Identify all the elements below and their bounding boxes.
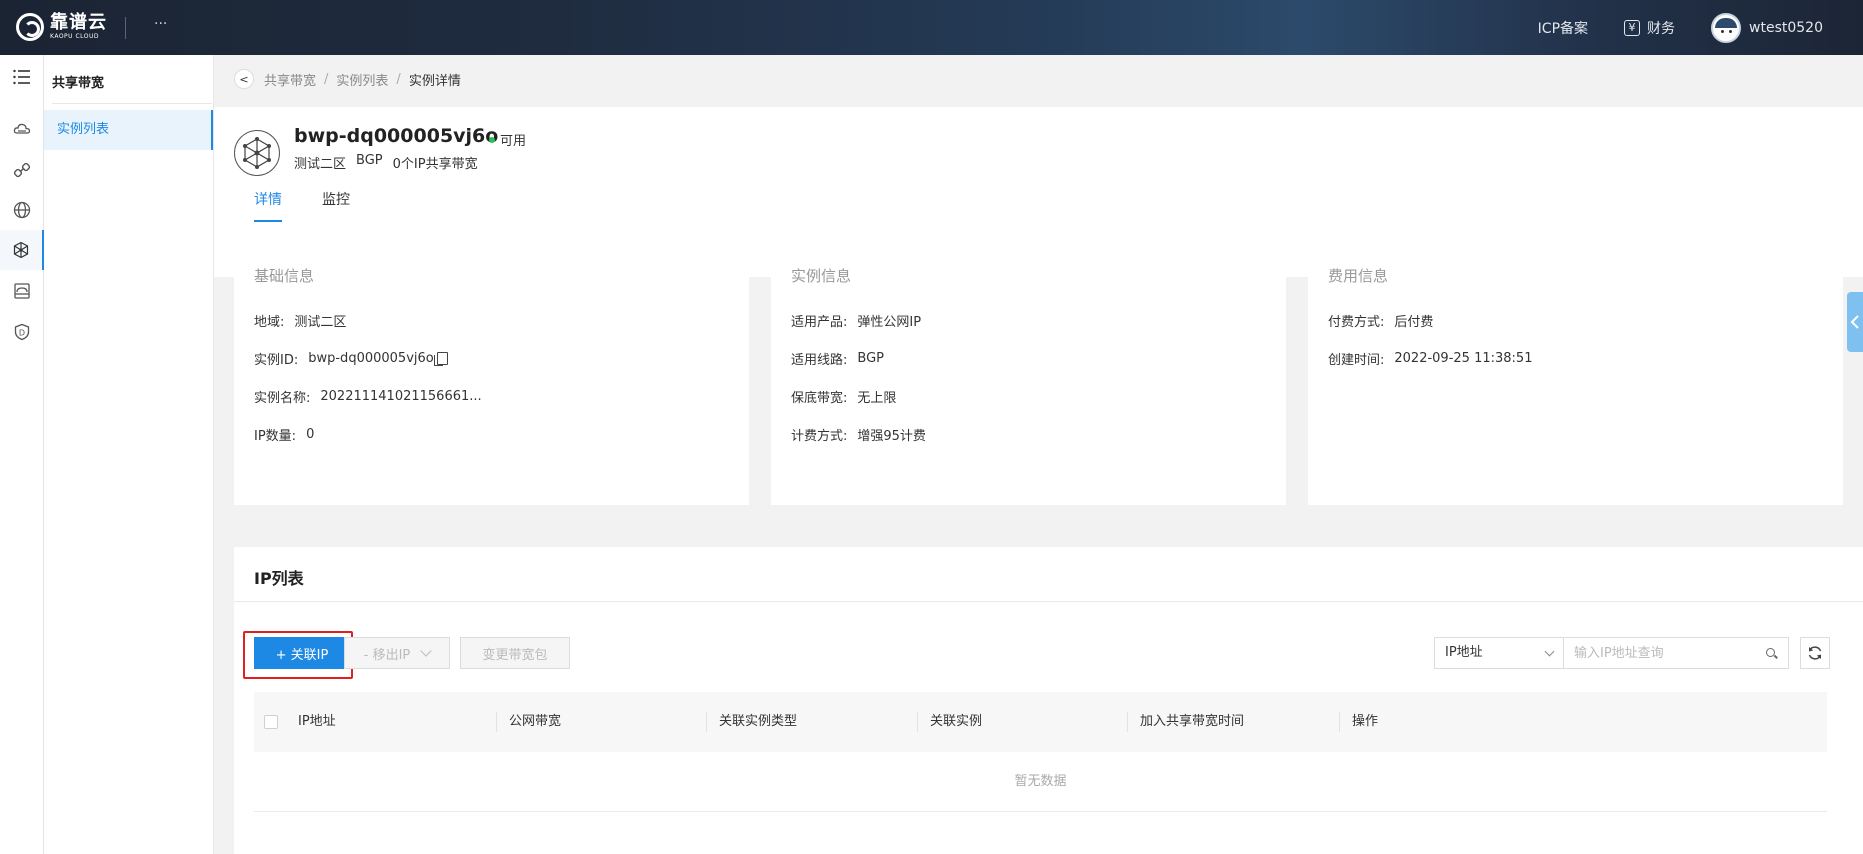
info-row: IP数量: 0 (254, 427, 315, 444)
ip-list-panel: IP列表 + 关联IP - 移出IP 变更带宽包 IP地址 IP地址 公网带宽 (234, 547, 1863, 854)
finance-label: 财务 (1647, 20, 1676, 37)
shield-d-icon[interactable]: D (0, 312, 44, 352)
change-bandwidth-label: 变更带宽包 (482, 647, 548, 663)
icp-link[interactable]: ICP备案 (1538, 18, 1588, 38)
chevron-left-icon (1850, 315, 1859, 329)
globe-icon[interactable] (0, 190, 44, 230)
meta-ip-share: 0个IP共享带宽 (392, 157, 478, 172)
storage-icon[interactable] (0, 271, 44, 311)
filter-select-value: IP地址 (1445, 645, 1483, 660)
basic-info-card: 基础信息 地域: 测试二区 实例ID: bwp-dq000005vj6o 实例名称:… (234, 245, 749, 505)
refresh-button[interactable] (1800, 637, 1830, 669)
status-badge: 可用 (489, 130, 526, 149)
username: wtest0520 (1749, 19, 1823, 36)
subnav-title: 共享带宽 (52, 76, 105, 91)
logo-name: 靠谱云 (50, 12, 107, 33)
breadcrumb-current: 实例详情 (408, 73, 461, 89)
instance-meta: 测试二区 BGP 0个IP共享带宽 (294, 153, 488, 172)
avatar (1711, 12, 1742, 43)
column-header: 关联实例 (930, 714, 983, 729)
info-row: 实例名称: 202211141021156661... (254, 389, 482, 406)
info-row: 保底带宽: 无上限 (791, 391, 897, 406)
info-row: 付费方式: 后付费 (1328, 315, 1434, 330)
associate-ip-button[interactable]: + 关联IP (254, 637, 350, 669)
top-divider (125, 17, 126, 39)
yen-icon: ¥ (1624, 19, 1641, 36)
icon-rail: D (0, 55, 44, 854)
tab-details[interactable]: 详情 (254, 189, 282, 222)
cloud-icon[interactable] (0, 109, 44, 149)
meta-line: BGP (356, 153, 383, 168)
tab-monitor[interactable]: 监控 (322, 189, 350, 222)
menu-list-icon[interactable] (0, 57, 44, 97)
logo-icon (16, 13, 44, 41)
subnav-divider (52, 103, 212, 104)
logo-subtitle: KAOPU CLOUD (50, 33, 100, 40)
card-title: 实例信息 (791, 267, 852, 285)
column-header: 公网带宽 (509, 714, 562, 729)
main-content: < 共享带宽 / 实例列表 / 实例详情 bwp-dq000005vj6o 可用… (214, 55, 1863, 854)
chevron-down-icon (1544, 646, 1555, 657)
back-button[interactable]: < (234, 69, 254, 89)
fee-info-card: 费用信息 付费方式: 后付费 创建时间: 2022-09-25 11:38:51 (1308, 245, 1843, 505)
column-header: 关联实例类型 (719, 714, 798, 729)
breadcrumb-separator: / (324, 71, 329, 87)
breadcrumb: < 共享带宽 / 实例列表 / 实例详情 (234, 69, 461, 89)
collapse-side-panel-button[interactable] (1847, 292, 1863, 352)
instance-name: bwp-dq000005vj6o (294, 125, 499, 147)
status-dot-icon (489, 136, 495, 143)
card-title: 基础信息 (254, 267, 315, 285)
chevron-down-icon (420, 644, 432, 657)
instance-info-card: 实例信息 适用产品: 弹性公网IP 适用线路: BGP 保底带宽: 无上限 计费方式:… (771, 245, 1286, 505)
info-row: 适用线路: BGP (791, 351, 884, 368)
user-menu[interactable]: wtest0520 (1711, 12, 1823, 43)
ip-table: IP地址 公网带宽 关联实例类型 关联实例 加入共享带宽时间 操作 暂无数据 (254, 692, 1827, 812)
table-header: IP地址 公网带宽 关联实例类型 关联实例 加入共享带宽时间 操作 (254, 692, 1827, 752)
finance-menu[interactable]: ¥ 财务 (1624, 18, 1675, 38)
ip-list-title: IP列表 (254, 569, 304, 588)
breadcrumb-separator: / (396, 71, 401, 87)
logo[interactable]: 靠谱云 KAOPU CLOUD (16, 13, 107, 41)
info-row: 适用产品: 弹性公网IP (791, 315, 922, 330)
empty-state: 暂无数据 (254, 752, 1827, 812)
svg-text:D: D (19, 329, 25, 338)
ip-search-input[interactable] (1564, 637, 1789, 669)
subnav-item-instance-list[interactable]: 实例列表 (44, 110, 213, 150)
breadcrumb-instance-list[interactable]: 实例列表 (336, 70, 388, 89)
info-row: 创建时间: 2022-09-25 11:38:51 (1328, 351, 1533, 368)
remove-ip-label: - 移出IP (363, 647, 411, 663)
sub-sidebar: 共享带宽 实例列表 (44, 55, 214, 854)
column-header: 操作 (1352, 714, 1379, 729)
copy-icon[interactable] (433, 352, 448, 366)
card-title: 费用信息 (1328, 267, 1389, 285)
shared-bandwidth-icon (234, 130, 280, 176)
filter-select[interactable]: IP地址 (1434, 637, 1564, 669)
column-header: IP地址 (298, 714, 336, 729)
info-row: 实例ID: bwp-dq000005vj6o (254, 349, 448, 368)
change-bandwidth-package-button[interactable]: 变更带宽包 (460, 637, 570, 669)
search-icon[interactable] (1766, 648, 1775, 657)
divider (234, 601, 1863, 602)
info-row: 地域: 测试二区 (254, 315, 347, 330)
link-icon[interactable] (0, 150, 44, 190)
select-all-checkbox[interactable] (264, 715, 278, 729)
refresh-icon (1808, 646, 1822, 660)
network-icon[interactable] (0, 230, 44, 270)
detail-tabs: 详情 监控 (254, 189, 390, 222)
status-text: 可用 (500, 134, 527, 149)
more-menu-button[interactable]: ··· (154, 16, 167, 32)
top-navbar: 靠谱云 KAOPU CLOUD ··· ICP备案 ¥ 财务 wtest0520 (0, 0, 1863, 55)
remove-ip-button[interactable]: - 移出IP (344, 637, 450, 669)
meta-region: 测试二区 (294, 157, 347, 172)
breadcrumb-shared-bandwidth[interactable]: 共享带宽 (264, 70, 316, 89)
column-header: 加入共享带宽时间 (1140, 714, 1245, 729)
info-row: 计费方式: 增强95计费 (791, 429, 926, 444)
